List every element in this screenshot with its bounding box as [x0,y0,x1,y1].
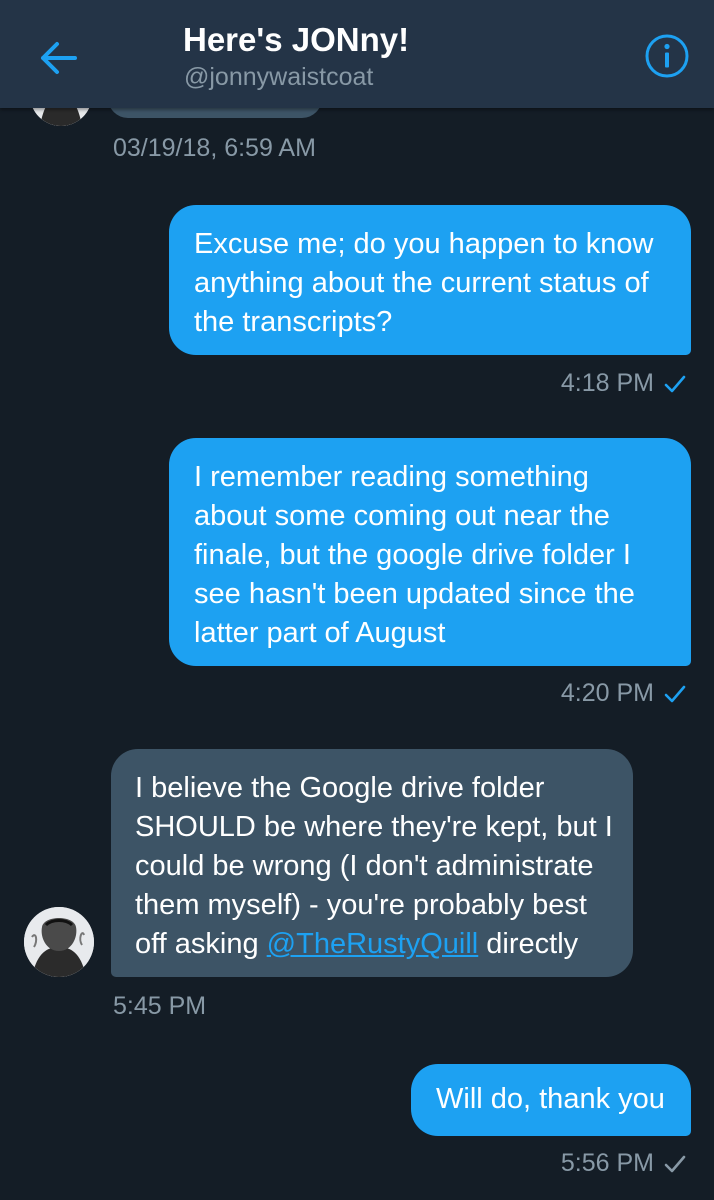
message-line: anything about the current status of [194,267,649,299]
message-text: directly [478,928,579,960]
info-circle-icon [645,34,689,78]
message-line: finale, but the google drive folder I [194,539,631,571]
message-line: off asking @TheRustyQuill directly [135,925,633,964]
received-message-bubble[interactable]: I believe the Google drive folder SHOULD… [111,749,633,977]
message-line: I remember reading something [194,461,589,493]
sent-check-icon [664,1156,686,1173]
arrow-left-icon [41,42,77,74]
conversation-header: Here's JONny! @jonnywaistcoat [0,0,714,108]
conversation-title[interactable]: Here's JONny! [183,20,409,60]
read-check-icon [664,686,686,703]
back-button[interactable] [30,30,86,86]
avatar[interactable] [30,108,92,126]
message-line: latter part of August [194,617,446,649]
message-time: 5:56 PM [560,1149,654,1177]
message-line: about some coming out near the [194,500,610,532]
conversation-handle[interactable]: @jonnywaistcoat [184,62,373,92]
message-line: them myself) - you're probably best [135,889,587,921]
message-time: 4:20 PM [560,679,654,707]
info-button[interactable] [644,33,690,79]
message-line: Excuse me; do you happen to know [194,228,654,260]
message-text: off asking [135,928,267,960]
message-line: see hasn't been updated since the [194,578,635,610]
message-list[interactable]: 03/19/18, 6:59 AM Excuse me; do you happ… [0,108,714,1200]
mention-link[interactable]: @TheRustyQuill [267,928,479,960]
message-line: SHOULD be where they're kept, but I [135,811,613,843]
message-line: the transcripts? [194,306,393,338]
message-line: I believe the Google drive folder [135,772,545,804]
message-time: 5:45 PM [113,992,207,1020]
message-status: 4:20 PM [561,678,686,708]
previous-message-bubble [108,108,322,118]
message-timestamp: 03/19/18, 6:59 AM [113,134,316,162]
sent-message-bubble[interactable]: I remember reading something about some … [169,438,691,666]
message-time: 4:18 PM [560,369,654,397]
sent-message-bubble[interactable]: Excuse me; do you happen to know anythin… [169,205,691,355]
message-status: 5:56 PM [561,1148,686,1178]
read-check-icon [664,376,686,393]
message-line: could be wrong (I don't administrate [135,850,594,882]
avatar[interactable] [24,907,94,977]
message-line: Will do, thank you [436,1083,665,1115]
message-status: 4:18 PM [561,368,686,398]
sent-message-bubble[interactable]: Will do, thank you [411,1064,691,1136]
